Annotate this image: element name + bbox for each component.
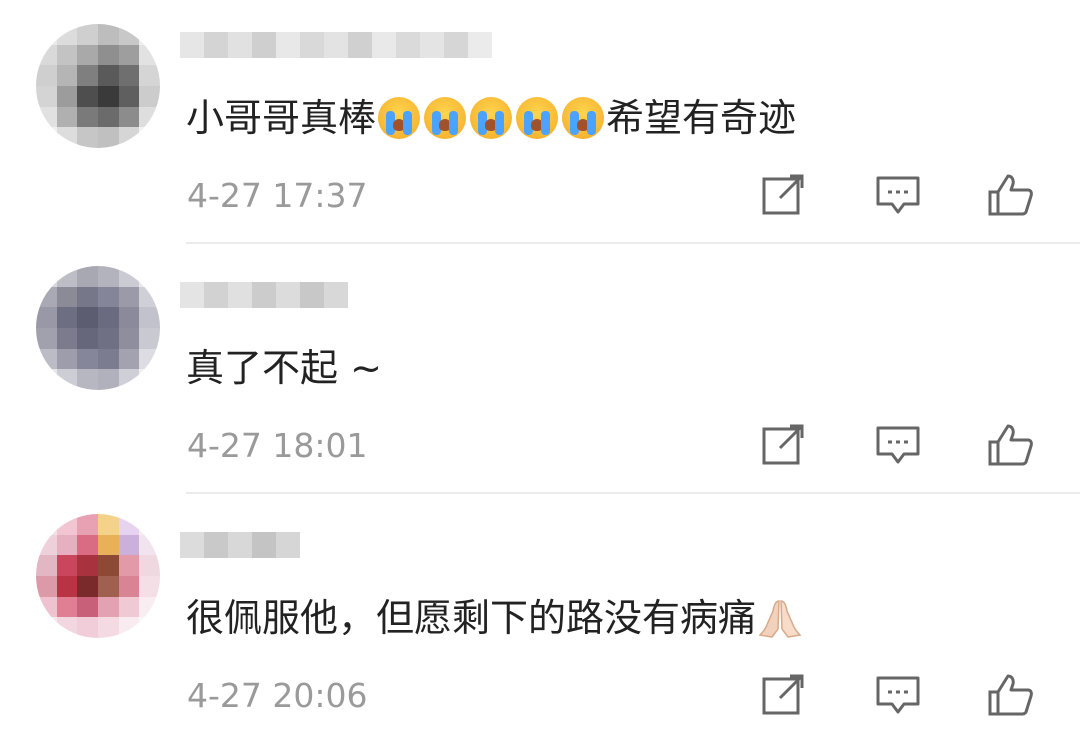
share-icon[interactable]	[760, 672, 808, 718]
share-icon[interactable]	[760, 172, 808, 218]
divider	[186, 242, 1080, 244]
comment-timestamp: 4-27 20:06	[187, 676, 368, 715]
avatar[interactable]	[36, 514, 160, 638]
comment-item: 小哥哥真棒 希望有奇迹 4-27 17:37	[0, 0, 1080, 250]
thumbs-up-icon[interactable]	[986, 422, 1034, 468]
comment-text: 小哥哥真棒 希望有奇迹	[186, 96, 796, 140]
comment-icon[interactable]	[874, 172, 922, 218]
loudly-crying-face-icon	[516, 97, 559, 139]
folded-hands-icon	[758, 597, 802, 639]
comment-text-main: 真了不起 ~	[186, 346, 382, 390]
comment-icon[interactable]	[874, 672, 922, 718]
comment-icon[interactable]	[874, 422, 922, 468]
loudly-crying-face-icon	[470, 97, 513, 139]
comment-timestamp: 4-27 18:01	[187, 426, 368, 465]
comment-timestamp: 4-27 17:37	[187, 176, 368, 215]
share-icon[interactable]	[760, 422, 808, 468]
thumbs-up-icon[interactable]	[986, 172, 1034, 218]
comment-item: 很佩服他，但愿剩下的路没有病痛 4-27 20:06	[0, 500, 1080, 750]
comment-text: 真了不起 ~	[186, 346, 382, 390]
username-blurred[interactable]	[180, 32, 492, 64]
comment-item: 真了不起 ~ 4-27 18:01	[0, 250, 1080, 500]
avatar[interactable]	[36, 266, 160, 390]
loudly-crying-face-icon	[562, 97, 605, 139]
comment-text-main: 很佩服他，但愿剩下的路没有病痛	[186, 596, 757, 640]
divider	[186, 492, 1080, 494]
avatar[interactable]	[36, 24, 160, 148]
username-blurred[interactable]	[180, 532, 300, 564]
comment-text: 很佩服他，但愿剩下的路没有病痛	[186, 596, 802, 640]
thumbs-up-icon[interactable]	[986, 672, 1034, 718]
comment-text-tail: 希望有奇迹	[606, 96, 797, 140]
loudly-crying-face-icon	[378, 97, 421, 139]
username-blurred[interactable]	[180, 282, 348, 314]
loudly-crying-face-icon	[424, 97, 467, 139]
comment-text-main: 小哥哥真棒	[186, 96, 377, 140]
